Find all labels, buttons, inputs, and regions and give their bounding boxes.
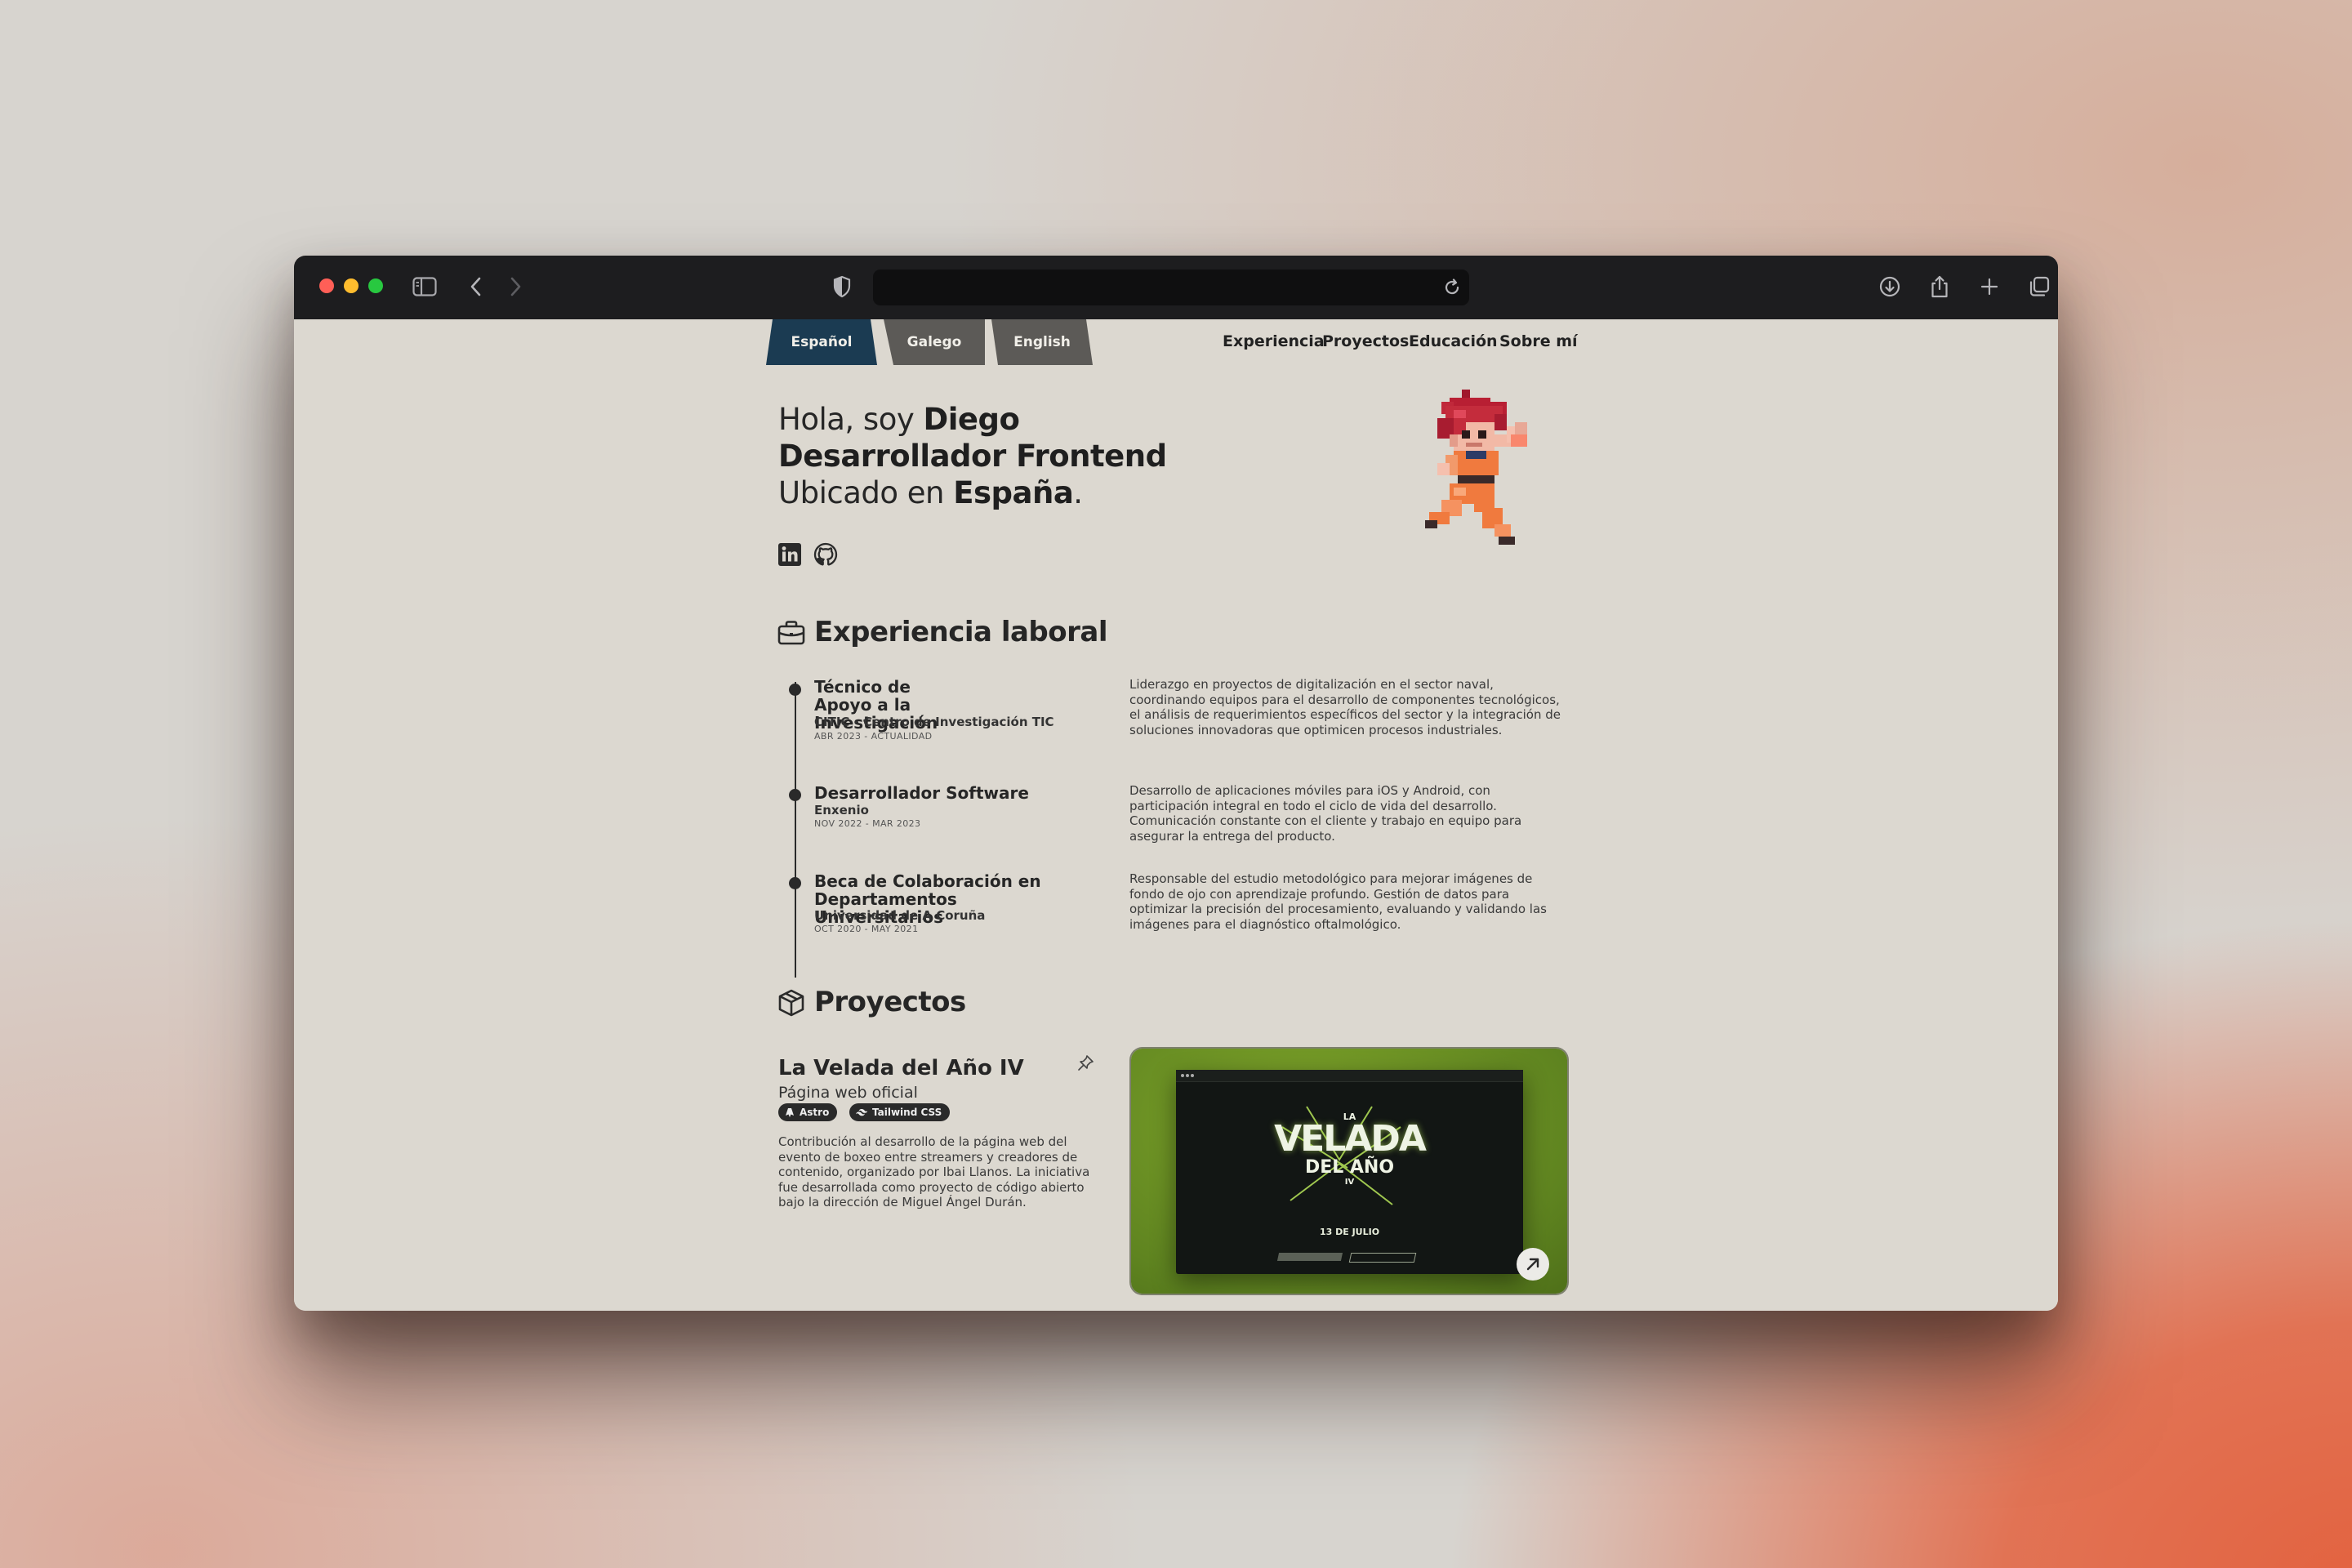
browser-window: Español Galego English Experiencia Proye…	[294, 256, 2058, 1311]
nav-projects[interactable]: Proyectos	[1322, 332, 1409, 350]
experience-title: Experiencia laboral	[814, 616, 1108, 648]
lang-tab-gl[interactable]: Galego	[884, 319, 985, 365]
preview-screenshot: LA VELADA DEL AÑO IV 13 DE JULIO	[1176, 1070, 1523, 1274]
lang-tab-label: Español	[791, 334, 853, 350]
tag-label: Astro	[800, 1107, 830, 1118]
hero-heading: Hola, soy Diego Desarrollador Frontend U…	[778, 401, 1167, 511]
job-date: ABR 2023 - ACTUALIDAD	[814, 731, 933, 742]
package-icon	[777, 988, 806, 1018]
lang-tab-label: English	[1013, 334, 1071, 350]
job-date: OCT 2020 - MAY 2021	[814, 924, 919, 934]
back-icon[interactable]	[461, 272, 491, 301]
project-subtitle: Página web oficial	[778, 1084, 918, 1102]
timeline-dot	[789, 684, 801, 696]
share-icon[interactable]	[1925, 272, 1954, 301]
browser-toolbar	[294, 256, 2058, 319]
preview-logo-line2: VELADA	[1274, 1118, 1427, 1160]
preview-button	[1276, 1253, 1343, 1261]
nav-experience[interactable]: Experiencia	[1223, 332, 1325, 350]
linkedin-icon[interactable]	[777, 542, 802, 567]
forward-icon[interactable]	[501, 272, 530, 301]
page-content: Español Galego English Experiencia Proye…	[294, 319, 2058, 1311]
tag-tailwind: Tailwind CSS	[849, 1103, 951, 1121]
new-tab-icon[interactable]	[1975, 272, 2004, 301]
preview-logo-line4: IV	[1344, 1178, 1355, 1187]
timeline-dot	[789, 789, 801, 801]
reload-icon[interactable]	[1441, 277, 1463, 298]
lang-tab-es[interactable]: Español	[766, 319, 877, 365]
address-text	[873, 270, 1469, 289]
project-preview[interactable]: LA VELADA DEL AÑO IV 13 DE JULIO	[1131, 1049, 1567, 1294]
preview-logo-line3: DEL AÑO	[1304, 1157, 1395, 1178]
job-description: Liderazgo en proyectos de digitalización…	[1129, 677, 1561, 737]
briefcase-icon	[777, 618, 806, 648]
hero-role: Desarrollador Frontend	[778, 439, 1167, 474]
preview-button	[1348, 1253, 1417, 1263]
zoom-button[interactable]	[368, 278, 383, 293]
arrow-up-right-icon	[1526, 1258, 1539, 1271]
project-description: Contribución al desarrollo de la página …	[778, 1134, 1090, 1209]
hero-name: Diego	[923, 402, 1020, 437]
sidebar-toggle-icon[interactable]	[410, 272, 439, 301]
close-button[interactable]	[319, 278, 334, 293]
timeline-line	[795, 682, 796, 978]
job-company: Enxenio	[814, 803, 869, 817]
job-company: CITIC - Centro de Investigación TIC	[814, 715, 1054, 729]
job-description: Desarrollo de aplicaciones móviles para …	[1129, 783, 1522, 844]
projects-title: Proyectos	[814, 986, 966, 1018]
hero-period: .	[1073, 475, 1083, 510]
lang-tab-label: Galego	[906, 334, 962, 350]
timeline-dot	[789, 877, 801, 889]
download-icon[interactable]	[1875, 272, 1904, 301]
hero-location-prefix: Ubicado en	[778, 475, 954, 510]
open-link-button[interactable]	[1517, 1248, 1549, 1281]
preview-logo: LA VELADA DEL AÑO IV	[1176, 1112, 1523, 1187]
nav-about[interactable]: Sobre mí	[1499, 332, 1578, 350]
pixel-avatar	[1413, 390, 1544, 553]
tab-overview-icon[interactable]	[2025, 272, 2054, 301]
privacy-shield-icon[interactable]	[827, 272, 857, 301]
hero-location: España	[953, 475, 1074, 510]
job-date: NOV 2022 - MAR 2023	[814, 818, 921, 829]
tailwind-icon	[856, 1109, 867, 1116]
project-title: La Velada del Año IV	[778, 1056, 1024, 1080]
hero-greeting: Hola, soy	[778, 402, 924, 437]
pin-icon	[1076, 1054, 1094, 1072]
tag-label: Tailwind CSS	[872, 1107, 942, 1118]
nav-education[interactable]: Educación	[1409, 332, 1498, 350]
preview-date: 13 DE JULIO	[1319, 1227, 1380, 1237]
tag-astro: Astro	[778, 1103, 838, 1121]
job-description: Responsable del estudio metodológico par…	[1129, 871, 1547, 932]
job-company: Universidad de A Coruña	[814, 908, 986, 923]
github-icon[interactable]	[813, 542, 838, 567]
astro-icon	[786, 1107, 794, 1117]
lang-tab-en[interactable]: English	[991, 319, 1093, 365]
job-title: Desarrollador Software	[814, 783, 1029, 803]
address-bar[interactable]	[873, 270, 1469, 305]
minimize-button[interactable]	[344, 278, 359, 293]
